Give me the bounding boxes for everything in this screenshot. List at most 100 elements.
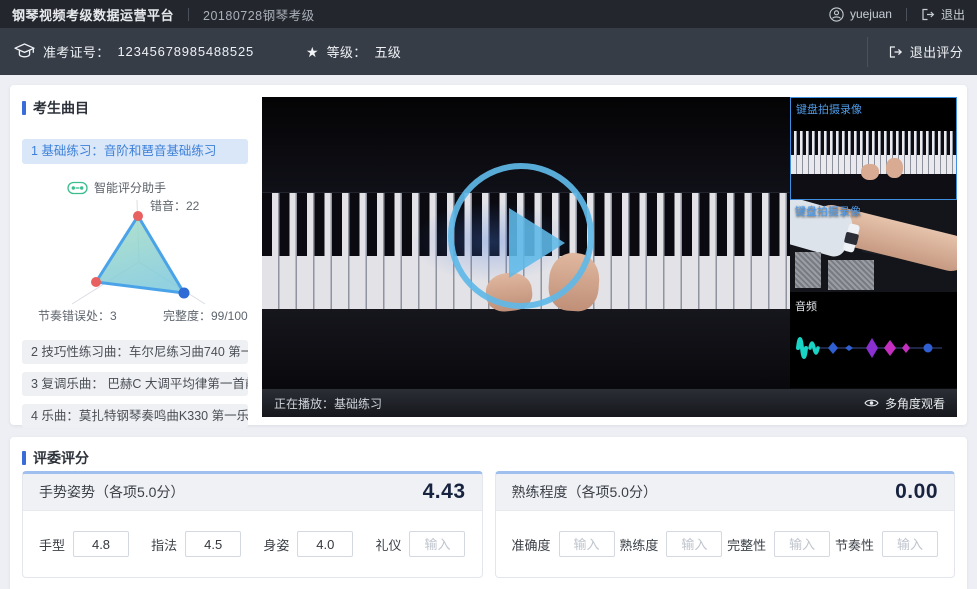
score-card-proficiency: 熟练程度（各项5.0分） 0.00 准确度 熟练度 完整性 节奏性 <box>495 471 956 578</box>
multi-angle-label: 多角度观看 <box>885 395 945 412</box>
logout-label: 退出 <box>941 6 965 23</box>
header-divider-2 <box>906 8 907 21</box>
score-card-gesture-total: 4.43 <box>423 480 466 504</box>
play-icon <box>509 208 565 278</box>
header-divider <box>188 8 189 21</box>
field-fingering-input[interactable] <box>185 531 241 557</box>
main-video-view[interactable] <box>262 97 790 388</box>
smart-scoring-toggle[interactable]: 智能评分助手 <box>67 179 166 196</box>
track-list-header: 考生曲目 <box>22 98 260 118</box>
field-fingering-label: 指法 <box>151 535 177 554</box>
score-card-proficiency-header: 熟练程度（各项5.0分） 0.00 <box>496 474 955 511</box>
judge-scoring-panel: 评委评分 手势姿势（各项5.0分） 4.43 手型 指法 身姿 <box>10 437 967 589</box>
now-playing-text: 正在播放：基础练习 <box>274 395 382 412</box>
score-card-gesture: 手势姿势（各项5.0分） 4.43 手型 指法 身姿 礼仪 <box>22 471 483 578</box>
field-hand-shape-input[interactable] <box>73 531 129 557</box>
thumb1-left-hand <box>861 164 879 180</box>
username: yuejuan <box>850 7 892 21</box>
field-rhythm: 节奏性 <box>835 531 938 557</box>
field-etiquette: 礼仪 <box>375 531 465 557</box>
radar-label-rhythm-errors: 节奏错误处：3 <box>38 309 117 323</box>
score-card-gesture-fields: 手型 指法 身姿 礼仪 <box>23 511 482 577</box>
field-hand-shape: 手型 <box>39 531 129 557</box>
level-group: ★ 等级： 五级 <box>306 42 401 61</box>
radar-label-wrong-notes: 错音：22 <box>150 198 200 213</box>
user-avatar-icon <box>829 7 844 22</box>
logout-icon <box>921 8 935 21</box>
multi-angle-button[interactable]: 多角度观看 <box>864 395 945 412</box>
graduation-cap-icon <box>14 43 35 60</box>
track-list-title: 考生曲目 <box>33 98 89 118</box>
score-card-proficiency-fields: 准确度 熟练度 完整性 节奏性 <box>496 511 955 577</box>
audio-label: 音频 <box>795 298 817 314</box>
thumbnail-2-label: 键盘拍摄录像 <box>795 203 861 219</box>
field-rhythm-input[interactable] <box>882 531 938 557</box>
level-value: 五级 <box>375 42 402 61</box>
radar-area <box>96 216 184 293</box>
thumb2-background-block <box>795 252 821 288</box>
judge-section-header: 评委评分 <box>22 448 89 468</box>
score-card-proficiency-total: 0.00 <box>895 480 938 504</box>
track-item-3[interactable]: 3 复调乐曲： 巴赫C 大调平均律第一首前奏曲 <box>22 372 248 396</box>
keyboard-camera-thumbnail-1[interactable]: 键盘拍摄录像 <box>790 97 957 200</box>
thumbnail-1-label: 键盘拍摄录像 <box>796 101 862 117</box>
thumb1-right-hand <box>886 158 903 178</box>
radar-label-completeness: 完整度：99/100 <box>163 308 248 323</box>
camera-angle-column: 键盘拍摄录像 键盘拍摄录像 音频 <box>790 97 957 388</box>
exit-scoring-icon <box>888 45 903 59</box>
keyboard-camera-thumbnail-2[interactable]: 键盘拍摄录像 <box>790 200 957 292</box>
exam-info-bar: 准考证号： 12345678985488525 ★ 等级： 五级 退出评分 <box>0 28 977 75</box>
field-fingering: 指法 <box>151 531 241 557</box>
judge-section-title: 评委评分 <box>33 448 89 468</box>
track-item-4[interactable]: 4 乐曲：莫扎特钢琴奏鸣曲K330 第一乐章 <box>22 404 248 428</box>
radar-dot-completeness <box>179 288 190 299</box>
thumb2-background-block <box>828 260 874 290</box>
field-proficiency-input[interactable] <box>666 531 722 557</box>
radar-chart: 错音：22 节奏错误处：3 完整度：99/100 <box>22 198 256 330</box>
radar-dot-rhythm-errors <box>91 277 101 287</box>
ticket-group: 准考证号： 12345678985488525 <box>14 42 254 61</box>
field-posture-input[interactable] <box>297 531 353 557</box>
session-title: 20180728钢琴考级 <box>203 5 315 24</box>
ticket-number: 12345678985488525 <box>118 44 255 59</box>
section-accent-bar <box>22 451 26 465</box>
field-etiquette-input[interactable] <box>409 531 465 557</box>
field-posture: 身姿 <box>263 531 353 557</box>
star-icon: ★ <box>306 45 319 59</box>
field-accuracy: 准确度 <box>512 531 615 557</box>
app-title: 钢琴视频考级数据运营平台 <box>12 5 174 24</box>
thumb1-black-keys <box>791 131 956 154</box>
score-card-proficiency-title: 熟练程度（各项5.0分） <box>512 482 657 502</box>
score-cards-row: 手势姿势（各项5.0分） 4.43 手型 指法 身姿 礼仪 <box>22 471 955 578</box>
field-completeness-label: 完整性 <box>727 535 766 554</box>
app-header: 钢琴视频考级数据运营平台 20180728钢琴考级 yuejuan 退出 <box>0 0 977 28</box>
ticket-label: 准考证号： <box>43 42 110 61</box>
track-item-1[interactable]: 1 基础练习：音阶和琶音基础练习 <box>22 139 248 164</box>
audio-track-section[interactable]: 音频 <box>790 292 957 388</box>
exit-scoring-label: 退出评分 <box>910 42 963 61</box>
field-proficiency: 熟练度 <box>619 531 722 557</box>
field-posture-label: 身姿 <box>263 535 289 554</box>
field-accuracy-input[interactable] <box>559 531 615 557</box>
exam-main-panel: 考生曲目 1 基础练习：音阶和琶音基础练习 智能评分助手 <box>10 85 967 425</box>
logout-button[interactable]: 退出 <box>921 6 965 23</box>
smart-scoring-label: 智能评分助手 <box>94 179 166 196</box>
exit-scoring-button[interactable]: 退出评分 <box>867 37 963 67</box>
level-label: 等级： <box>327 42 367 61</box>
field-completeness-input[interactable] <box>774 531 830 557</box>
piano-front <box>262 309 790 388</box>
toggle-icon <box>67 181 88 195</box>
header-actions: yuejuan 退出 <box>829 6 965 23</box>
user-menu[interactable]: yuejuan <box>829 7 892 22</box>
video-player: 键盘拍摄录像 键盘拍摄录像 音频 <box>262 97 957 417</box>
track-item-2[interactable]: 2 技巧性练习曲：车尔尼练习曲740 第一首 <box>22 340 248 364</box>
field-completeness: 完整性 <box>727 531 830 557</box>
section-accent-bar <box>22 101 26 115</box>
field-etiquette-label: 礼仪 <box>375 535 401 554</box>
score-card-gesture-title: 手势姿势（各项5.0分） <box>39 482 184 502</box>
player-status-bar: 正在播放：基础练习 多角度观看 <box>262 388 957 417</box>
eye-icon <box>864 398 879 408</box>
audio-waveform <box>790 318 957 378</box>
field-accuracy-label: 准确度 <box>512 535 551 554</box>
field-hand-shape-label: 手型 <box>39 535 65 554</box>
